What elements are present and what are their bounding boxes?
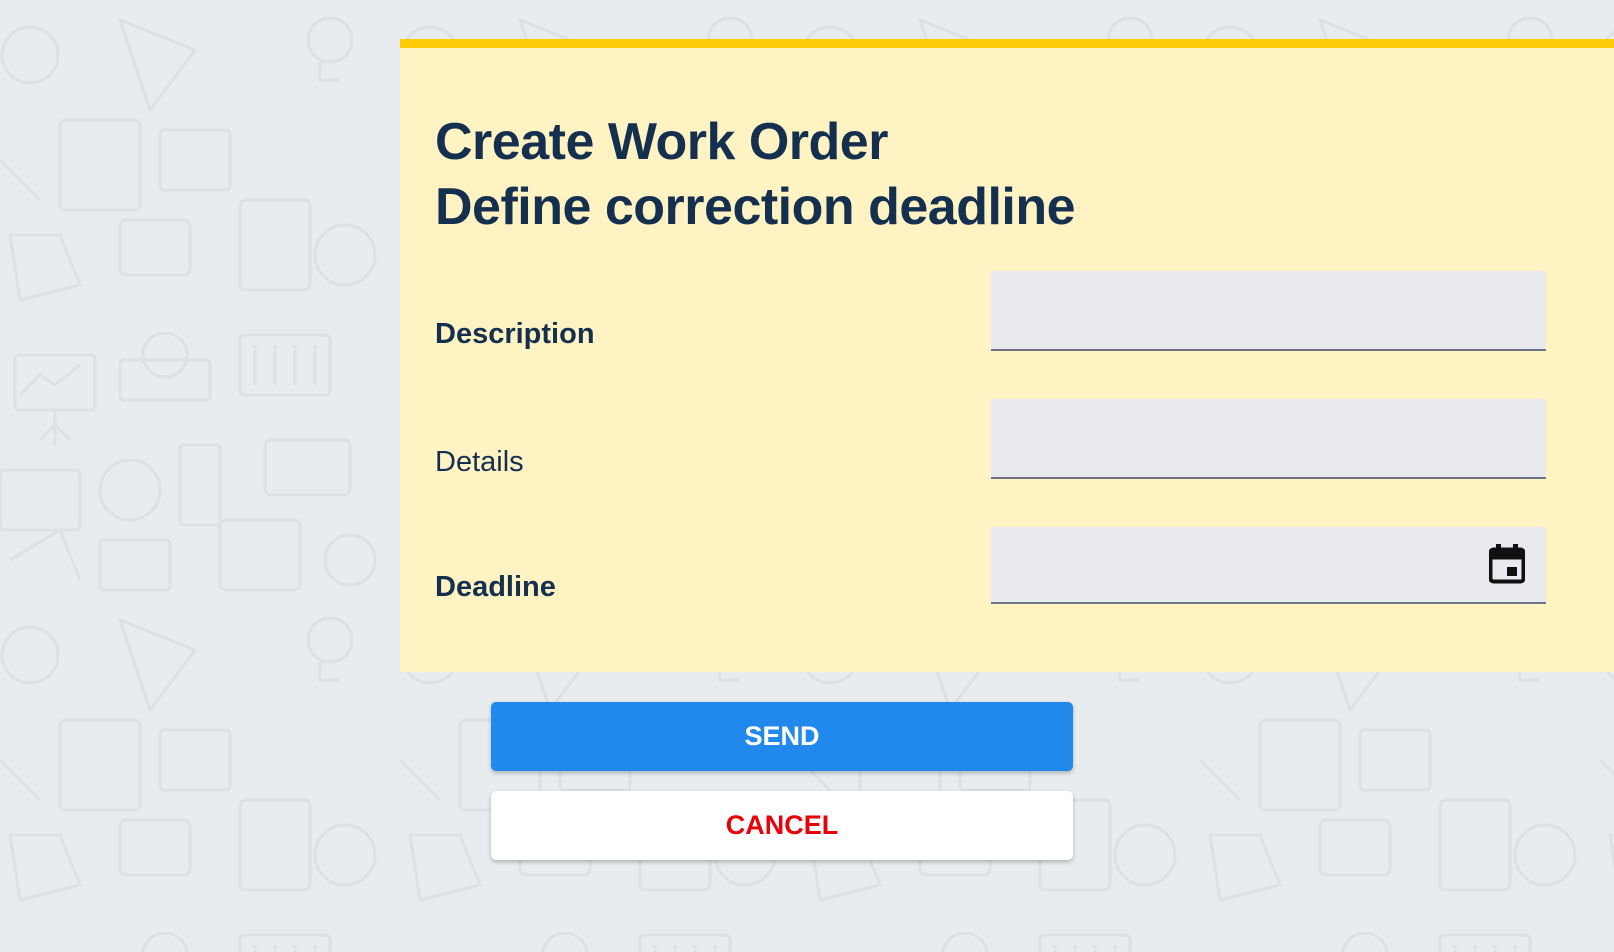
details-input[interactable] <box>991 399 1546 479</box>
page-title: Create Work Order Define correction dead… <box>435 110 1076 240</box>
cancel-button[interactable]: CANCEL <box>491 791 1073 860</box>
title-line-1: Create Work Order <box>435 113 888 171</box>
work-order-card: Create Work Order Define correction dead… <box>400 39 1614 672</box>
description-input[interactable] <box>991 271 1546 351</box>
calendar-icon[interactable] <box>1489 544 1525 584</box>
send-button[interactable]: SEND <box>491 702 1073 771</box>
description-label: Description <box>435 318 595 350</box>
details-label: Details <box>435 446 524 478</box>
title-line-2: Define correction deadline <box>435 178 1076 236</box>
deadline-label: Deadline <box>435 571 556 603</box>
deadline-input[interactable] <box>991 527 1546 604</box>
